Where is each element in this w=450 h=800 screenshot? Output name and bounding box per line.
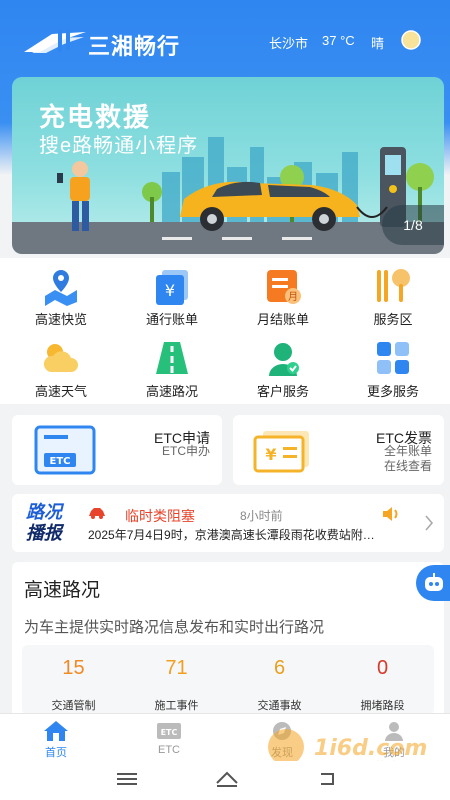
grid-label: 客户服务 <box>256 384 309 399</box>
stat-congestion[interactable]: 0 拥堵路段 <box>331 645 434 715</box>
nav-discover[interactable]: 发现 <box>226 714 338 762</box>
stat-label: 交通事故 <box>257 700 302 712</box>
etc-apply-subtitle: ETC申办 <box>161 444 210 458</box>
home-icon <box>44 721 68 741</box>
service-grid: 高速快览 ¥ 通行账单 月 月结账单 服务区 高速天气 高速路况 客户服务 更多… <box>0 258 450 404</box>
grid-item-monthly-bill[interactable]: 月 月结账单 <box>233 262 333 332</box>
nav-profile[interactable]: 我的 <box>338 714 450 762</box>
back-icon[interactable] <box>315 769 339 789</box>
news-badge: 路况 播报 <box>26 502 72 544</box>
monthly-bill-icon: 月 <box>267 270 301 304</box>
weather-text: 晴 <box>371 36 385 51</box>
assistant-robot-button[interactable] <box>416 565 450 601</box>
etc-card-icon: ETC <box>34 425 96 475</box>
nav-label: 首页 <box>45 747 67 759</box>
svg-text:¥: ¥ <box>165 281 175 300</box>
more-grid-icon <box>377 342 409 374</box>
traffic-stats: 15 交通管制 71 施工事件 6 交通事故 0 拥堵路段 <box>22 645 434 715</box>
news-text: 2025年7月4日9时，京港澳高速长潭段雨花收费站附… <box>88 528 375 542</box>
robot-icon <box>425 573 443 591</box>
stat-value: 6 <box>273 657 286 679</box>
svg-text:ETC: ETC <box>50 456 71 467</box>
traffic-description: 为车主提供实时路况信息发布和实时出行路况 <box>24 619 325 636</box>
grid-item-service-area[interactable]: 服务区 <box>343 262 443 332</box>
etc-card-icon: ETC <box>157 723 181 739</box>
grid-item-highway-overview[interactable]: 高速快览 <box>11 262 111 332</box>
stat-value: 15 <box>62 657 85 679</box>
map-pin-icon <box>45 270 77 306</box>
stat-label: 拥堵路段 <box>360 700 405 712</box>
stat-construction[interactable]: 71 施工事件 <box>125 645 228 715</box>
nav-home[interactable]: 首页 <box>0 714 112 762</box>
stat-value: 71 <box>165 657 188 679</box>
grid-item-customer-service[interactable]: 客户服务 <box>233 334 333 404</box>
speaker-icon[interactable] <box>381 506 401 522</box>
news-badge-line2: 播报 <box>26 523 62 543</box>
grid-label: 更多服务 <box>366 384 419 399</box>
app-title: 三湘畅行 <box>88 34 181 59</box>
grid-label: 高速天气 <box>34 384 87 399</box>
sunny-icon <box>401 30 421 50</box>
etc-invoice-line2: 在线查看 <box>383 459 432 473</box>
svg-text:ETC: ETC <box>161 728 178 737</box>
yen-bill-icon: ¥ <box>156 270 188 305</box>
top-bar: 三湘畅行 长沙市 37 °C 晴 <box>0 20 450 60</box>
grid-item-toll-bill[interactable]: ¥ 通行账单 <box>122 262 222 332</box>
grid-label: 高速路况 <box>145 384 198 399</box>
promo-banner[interactable]: 充电救援 搜e路畅通小程序 1/8 <box>12 77 444 254</box>
system-navigation-bar <box>0 761 450 800</box>
city-selector[interactable]: 长沙市 <box>269 33 308 52</box>
service-area-icon <box>377 269 410 302</box>
news-badge-line1: 路况 <box>26 502 62 522</box>
traffic-news-ticker[interactable]: 路况 播报 临时类阻塞 8小时前 2025年7月4日9时，京港澳高速长潭段雨花收… <box>12 494 444 552</box>
banner-subtitle: 搜e路畅通小程序 <box>39 135 199 157</box>
nav-label: 我的 <box>383 747 405 759</box>
invoice-ticket-icon: ¥ <box>253 431 309 473</box>
stat-label: 施工事件 <box>154 700 199 712</box>
etc-invoice-line1: 全年账单 <box>383 444 432 458</box>
discover-icon <box>273 722 291 740</box>
nav-etc[interactable]: ETC ETC <box>113 714 225 762</box>
traffic-title: 高速路况 <box>24 580 101 601</box>
traffic-section: 高速路况 为车主提供实时路况信息发布和实时出行路况 15 交通管制 71 施工事… <box>12 562 444 717</box>
chevron-right-icon <box>425 515 434 531</box>
news-type: 临时类阻塞 <box>125 508 195 524</box>
svg-text:¥: ¥ <box>265 445 276 464</box>
car-alert-icon <box>89 508 105 519</box>
news-time: 8小时前 <box>240 509 283 523</box>
grid-label: 通行账单 <box>145 312 198 327</box>
grid-label: 高速快览 <box>34 312 87 327</box>
profile-icon <box>385 722 403 741</box>
stat-label: 交通管制 <box>51 700 96 712</box>
svg-text:月: 月 <box>288 291 298 303</box>
etc-invoice-card[interactable]: ¥ ETC发票 全年账单 在线查看 <box>233 415 444 485</box>
weather-icon <box>43 344 78 372</box>
nav-label: 发现 <box>271 747 293 759</box>
customer-service-icon <box>269 343 299 376</box>
stat-traffic-control[interactable]: 15 交通管制 <box>22 645 125 715</box>
menu-icon[interactable] <box>115 769 139 789</box>
banner-pager: 1/8 <box>382 205 444 245</box>
stat-value: 0 <box>376 657 389 679</box>
home-system-icon[interactable] <box>215 769 239 789</box>
grid-label: 服务区 <box>373 312 413 327</box>
nav-label: ETC <box>158 744 180 756</box>
etc-apply-card[interactable]: ETC ETC申请 ETC申办 <box>12 415 222 485</box>
grid-item-more-services[interactable]: 更多服务 <box>343 334 443 404</box>
grid-item-highway-road[interactable]: 高速路况 <box>122 334 222 404</box>
bottom-navigation: 首页 ETC ETC 发现 我的 <box>0 713 450 761</box>
stat-accidents[interactable]: 6 交通事故 <box>228 645 331 715</box>
road-icon <box>156 342 188 374</box>
grid-label: 月结账单 <box>256 312 309 327</box>
app-logo-icon <box>24 30 86 53</box>
temperature: 37 °C <box>322 33 355 48</box>
grid-item-highway-weather[interactable]: 高速天气 <box>11 334 111 404</box>
